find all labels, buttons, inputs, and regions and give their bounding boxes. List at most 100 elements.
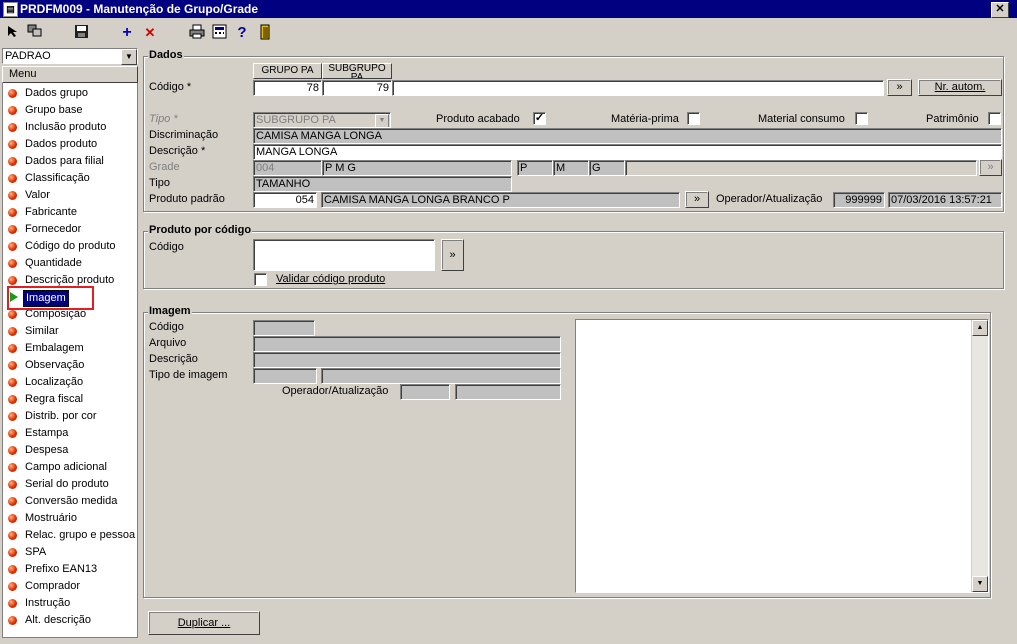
validar-codigo-checkbox[interactable]: [254, 273, 267, 286]
scroll-down-icon[interactable]: ▼: [972, 576, 988, 592]
chevron-down-icon[interactable]: ▼: [121, 49, 137, 65]
add-icon[interactable]: +: [118, 24, 136, 42]
menu-item-label: Comprador: [25, 580, 81, 592]
material-consumo-label: Material consumo: [758, 113, 845, 125]
materia-prima-checkbox[interactable]: [687, 112, 700, 125]
tipo-label: Tipo *: [149, 113, 178, 125]
produto-padrao-goto-button[interactable]: »: [685, 191, 709, 208]
patrimonio-checkbox[interactable]: [988, 112, 1001, 125]
bullet-icon: [8, 276, 17, 285]
menu-item-label: Observação: [25, 359, 85, 371]
imagem-codigo-field: [253, 320, 315, 336]
bullet-icon: [8, 463, 17, 472]
grade-code-field: 004: [253, 160, 322, 176]
chevron-down-icon[interactable]: ▼: [375, 114, 389, 127]
bullet-icon: [8, 497, 17, 506]
imagem-arquivo-field: [253, 336, 561, 352]
produto-codigo-label: Código: [149, 241, 184, 253]
validar-codigo-label[interactable]: Validar código produto: [276, 273, 385, 285]
menu-item-label: Classificação: [25, 172, 90, 184]
menu-item-label: Dados grupo: [25, 87, 88, 99]
imagem-descricao-label: Descrição: [149, 353, 198, 365]
subgrupo-column-header[interactable]: SUBGRUPO PA: [322, 63, 392, 79]
operador-label: Operador/Atualização: [716, 193, 823, 205]
print-icon[interactable]: [188, 24, 206, 42]
calculator-icon[interactable]: [210, 24, 228, 42]
grade-goto-button[interactable]: »: [979, 159, 1002, 176]
operador-field: 999999: [833, 192, 885, 208]
bullet-icon: [8, 514, 17, 523]
codigo-description-field[interactable]: [392, 80, 884, 96]
descricao-label: Descrição *: [149, 145, 206, 157]
menu-item-label: Localização: [25, 376, 84, 388]
scroll-up-icon[interactable]: ▲: [972, 320, 988, 336]
discriminacao-field: CAMISA MANGA LONGA: [253, 128, 1002, 144]
delete-icon[interactable]: ✕: [141, 24, 159, 42]
profile-select[interactable]: PADRAO ▼: [2, 48, 138, 65]
bullet-icon: [8, 395, 17, 404]
menu-item-label: Despesa: [25, 444, 69, 456]
imagem-arquivo-label: Arquivo: [149, 337, 187, 349]
grade-label: Grade: [149, 161, 180, 173]
subgrupo-code-field[interactable]: 79: [322, 80, 392, 96]
material-consumo-checkbox[interactable]: [855, 112, 868, 125]
grupo-code-field[interactable]: 78: [253, 80, 322, 96]
menu-item-label: Mostruário: [25, 512, 77, 524]
bullet-icon: [8, 310, 17, 319]
menu-item-label: Similar: [25, 325, 59, 337]
codigo-label: Código *: [149, 81, 192, 93]
bullet-icon: [8, 157, 17, 166]
duplicar-button[interactable]: Duplicar ...: [148, 611, 260, 635]
menu-item-label: Código do produto: [25, 240, 116, 252]
pointer-icon[interactable]: [4, 24, 22, 42]
menu-item-label: Fornecedor: [25, 223, 82, 235]
image-preview-scrollbar[interactable]: ▲ ▼: [971, 320, 988, 592]
grade-size-g: G: [589, 160, 625, 176]
imagem-operador-label: Operador/Atualização: [282, 385, 389, 397]
help-icon[interactable]: ?: [233, 24, 251, 42]
imagem-descricao-field: [253, 352, 561, 368]
tipo-grade-field: TAMANHO: [253, 176, 512, 192]
bullet-icon: [8, 412, 17, 421]
tipo-select-value: SUBGRUPO PA: [256, 114, 336, 126]
app-icon: ▤: [3, 2, 18, 17]
imagem-tipo-description-field: [321, 368, 561, 384]
bullet-icon: [8, 582, 17, 591]
codigo-goto-button[interactable]: »: [887, 79, 912, 96]
tipo-select[interactable]: SUBGRUPO PA ▼: [253, 112, 391, 128]
produto-acabado-label: Produto acabado: [436, 113, 520, 125]
menu-item-label: Campo adicional: [25, 461, 107, 473]
grade-sizes-rest: [625, 160, 977, 176]
bullet-icon: [8, 225, 17, 234]
imagem-atualizacao-field: [455, 384, 561, 400]
produto-codigo-title: Produto por código: [148, 224, 253, 236]
bullet-icon: [8, 378, 17, 387]
bullet-icon: [8, 327, 17, 336]
produto-codigo-field[interactable]: [253, 239, 435, 271]
save-icon[interactable]: [72, 24, 90, 42]
menu-item-label: Prefixo EAN13: [25, 563, 98, 575]
profile-select-value: PADRAO: [5, 50, 51, 62]
produto-codigo-goto-button[interactable]: »: [441, 239, 464, 271]
produto-padrao-code-field[interactable]: 054: [253, 192, 317, 208]
windows-icon[interactable]: [26, 24, 44, 42]
produto-padrao-description-field: CAMISA MANGA LONGA BRANCO P: [321, 192, 680, 208]
produto-padrao-label: Produto padrão: [149, 193, 225, 205]
bullet-icon: [8, 259, 17, 268]
grupo-column-header[interactable]: GRUPO PA: [253, 63, 322, 79]
menu-item-label: Dados produto: [25, 138, 98, 150]
descricao-field[interactable]: MANGA LONGA: [253, 144, 1002, 160]
produto-acabado-checkbox[interactable]: ✓: [533, 112, 546, 125]
menu-item-label: Embalagem: [25, 342, 84, 354]
bullet-icon: [8, 242, 17, 251]
nr-autom-button[interactable]: Nr. autom.: [918, 79, 1002, 96]
menu-item-label: Regra fiscal: [25, 393, 84, 405]
exit-door-icon[interactable]: [256, 24, 274, 42]
close-button[interactable]: ✕: [991, 2, 1009, 18]
menu-item-label: Distrib. por cor: [25, 410, 97, 422]
bullet-icon: [8, 106, 17, 115]
menu-item-label: Conversão medida: [25, 495, 118, 507]
menu-item-label: SPA: [25, 546, 47, 558]
menu-item-label: Alt. descrição: [25, 614, 92, 626]
bullet-icon: [8, 531, 17, 540]
